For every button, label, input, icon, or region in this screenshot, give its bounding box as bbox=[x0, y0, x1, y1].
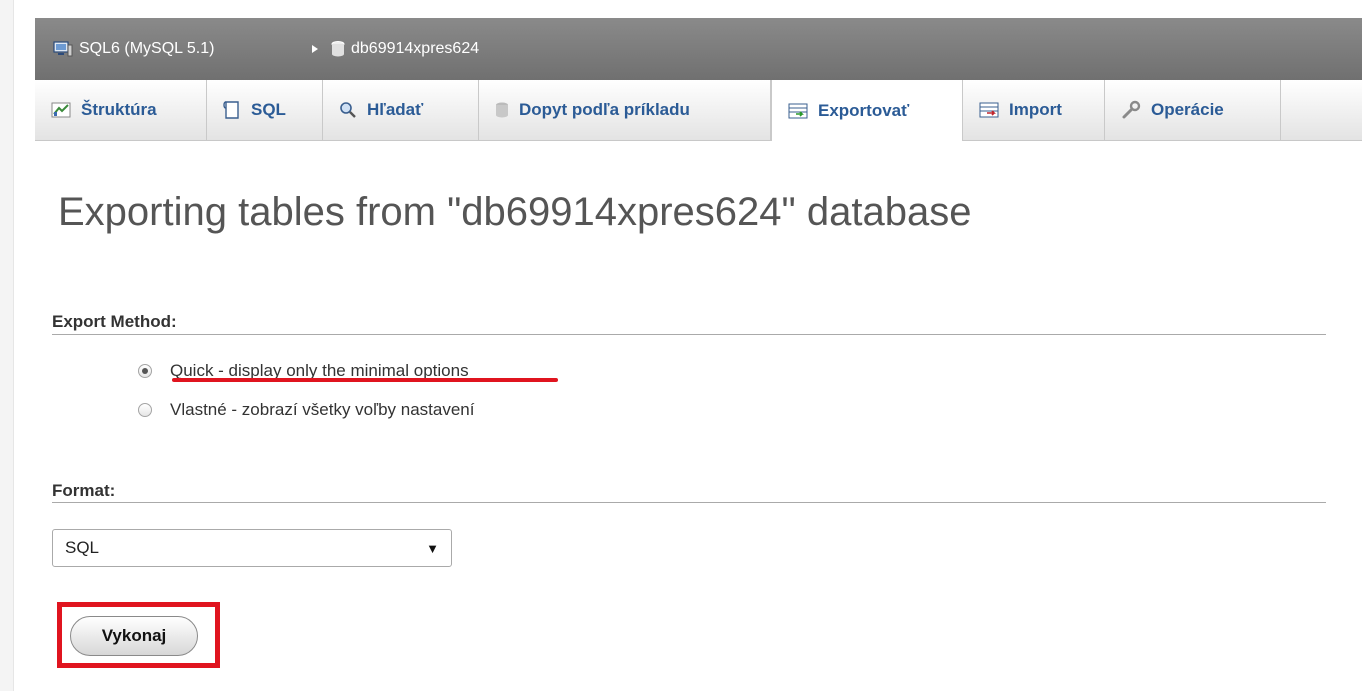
tab-query[interactable]: Dopyt podľa príkladu bbox=[479, 80, 771, 140]
breadcrumb-database[interactable]: db69914xpres624 bbox=[331, 18, 479, 80]
database-icon bbox=[331, 41, 345, 57]
tab-export[interactable]: Exportovať bbox=[771, 80, 963, 141]
search-icon bbox=[339, 101, 357, 119]
wrench-icon bbox=[1121, 100, 1141, 120]
tab-structure-label: Štruktúra bbox=[81, 100, 157, 119]
format-select[interactable]: SQL ▼ bbox=[52, 529, 452, 567]
annotation-underline bbox=[172, 378, 558, 382]
breadcrumb-database-label: db69914xpres624 bbox=[351, 40, 480, 57]
format-label: Format: bbox=[52, 481, 116, 500]
tab-operations-label: Operácie bbox=[1151, 100, 1224, 119]
left-panel-edge bbox=[0, 0, 14, 691]
chevron-right-icon bbox=[311, 18, 319, 80]
custom-option-label[interactable]: Vlastné - zobrazí všetky voľby nastavení bbox=[170, 400, 475, 420]
quick-radio[interactable] bbox=[138, 364, 152, 378]
format-select-value: SQL bbox=[65, 538, 100, 557]
tab-sql[interactable]: SQL bbox=[207, 80, 323, 140]
export-method-divider bbox=[52, 334, 1326, 335]
query-icon bbox=[495, 102, 509, 118]
import-icon bbox=[979, 101, 999, 119]
tab-structure[interactable]: Štruktúra bbox=[35, 80, 207, 140]
tab-import[interactable]: Import bbox=[963, 80, 1105, 140]
export-icon bbox=[788, 102, 808, 120]
chevron-down-icon: ▼ bbox=[426, 541, 439, 556]
tab-bar: Štruktúra SQL Hľadať Dopyt podľa príklad… bbox=[35, 80, 1362, 141]
tab-query-label: Dopyt podľa príkladu bbox=[519, 100, 690, 119]
page-title: Exporting tables from "db69914xpres624" … bbox=[58, 190, 972, 234]
export-method-label: Export Method: bbox=[52, 312, 177, 331]
tab-operations[interactable]: Operácie bbox=[1105, 80, 1281, 140]
tab-export-label: Exportovať bbox=[818, 100, 910, 120]
submit-button[interactable]: Vykonaj bbox=[70, 616, 198, 656]
tab-sql-label: SQL bbox=[251, 100, 286, 119]
breadcrumb-server[interactable]: SQL6 (MySQL 5.1) bbox=[53, 18, 214, 80]
tab-search-label: Hľadať bbox=[367, 100, 424, 119]
breadcrumb: SQL6 (MySQL 5.1) db69914xpres624 bbox=[35, 18, 1362, 80]
tab-import-label: Import bbox=[1009, 100, 1062, 119]
structure-icon bbox=[51, 101, 71, 119]
tab-search[interactable]: Hľadať bbox=[323, 80, 479, 140]
server-icon bbox=[53, 40, 73, 58]
export-method-option-custom[interactable]: Vlastné - zobrazí všetky voľby nastavení bbox=[138, 400, 475, 420]
sql-icon bbox=[223, 100, 241, 120]
custom-radio[interactable] bbox=[138, 403, 152, 417]
format-divider bbox=[52, 502, 1326, 503]
breadcrumb-server-label: SQL6 (MySQL 5.1) bbox=[79, 40, 215, 57]
